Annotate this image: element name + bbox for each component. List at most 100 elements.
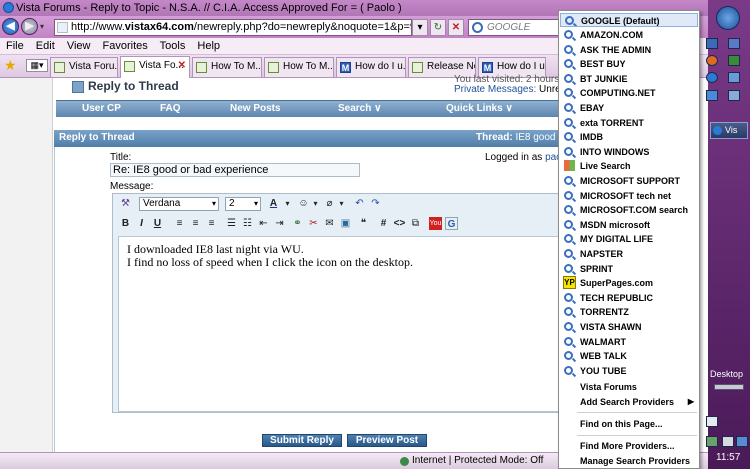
provider-my-digital-life[interactable]: MY DIGITAL LIFE [560, 232, 698, 246]
redo-icon[interactable]: ↷ [369, 197, 382, 210]
private-messages-link[interactable]: Private Messages: [454, 84, 536, 95]
taskbar-scrollbar[interactable] [714, 384, 744, 390]
provider-ebay[interactable]: EBAY [560, 101, 698, 115]
recent-pages-dropdown-icon[interactable]: ▾ [40, 22, 44, 31]
remove-link-icon[interactable]: ✂ [307, 217, 320, 230]
tab-1[interactable]: Vista Foru... [50, 57, 118, 77]
firefox-icon[interactable] [706, 55, 718, 66]
align-center-icon[interactable]: ≡ [189, 217, 202, 230]
preview-post-button[interactable]: Preview Post [347, 434, 427, 447]
undo-icon[interactable]: ↶ [353, 197, 366, 210]
provider-microsoft-technet[interactable]: MICROSOFT tech net [560, 189, 698, 203]
tab-3[interactable]: How To M... [192, 57, 262, 77]
clock[interactable]: 11:57 [716, 452, 740, 463]
tray-icon[interactable] [706, 416, 718, 427]
search-input[interactable]: GOOGLE [468, 19, 568, 36]
message-textarea[interactable]: I downloaded IE8 last night via WU. I fi… [118, 236, 560, 412]
align-left-icon[interactable]: ≡ [173, 217, 186, 230]
desktop-label[interactable]: Desktop [710, 369, 743, 379]
menu-file[interactable]: File [6, 40, 24, 52]
provider-napster[interactable]: NAPSTER [560, 247, 698, 261]
add-search-providers-item[interactable]: Add Search Providers ▶ [560, 395, 698, 409]
nav-new-posts[interactable]: New Posts [230, 103, 281, 114]
security-zone[interactable]: Internet | Protected Mode: Off [412, 455, 543, 466]
text-color-icon[interactable]: A [267, 197, 280, 210]
provider-microsoft-support[interactable]: MICROSOFT SUPPORT [560, 174, 698, 188]
menu-tools[interactable]: Tools [160, 40, 186, 52]
provider-torrentz[interactable]: TORRENTZ [560, 305, 698, 319]
tab-4[interactable]: How To M... [264, 57, 334, 77]
ie-icon[interactable] [706, 72, 718, 83]
php-icon[interactable]: ⧉ [409, 217, 422, 230]
insert-image-icon[interactable]: ▣ [339, 217, 352, 230]
chevron-down-icon[interactable]: ▾ [281, 197, 294, 210]
align-right-icon[interactable]: ≡ [205, 217, 218, 230]
provider-google[interactable]: GOOGLE (Default) [560, 13, 698, 27]
size-select[interactable]: 2 ▾ [225, 197, 261, 211]
outdent-icon[interactable]: ⇤ [257, 217, 270, 230]
provider-msdn[interactable]: MSDN microsoft [560, 218, 698, 232]
start-button[interactable] [716, 6, 740, 30]
tray-icon[interactable] [736, 436, 748, 447]
desktop-icon[interactable] [728, 72, 740, 83]
html-icon[interactable]: <> [393, 217, 406, 230]
switch-mode-icon[interactable]: ⚒ [119, 197, 132, 210]
desktop-icon[interactable] [706, 90, 718, 101]
google-icon[interactable]: G [445, 217, 458, 230]
tray-icon[interactable] [706, 436, 718, 447]
provider-ask-the-admin[interactable]: ASK THE ADMIN [560, 43, 698, 57]
tab-5[interactable]: M How do I u... [336, 57, 406, 77]
numbered-list-icon[interactable]: ☰ [225, 217, 238, 230]
provider-walmart[interactable]: WALMART [560, 335, 698, 349]
provider-best-buy[interactable]: BEST BUY [560, 57, 698, 71]
provider-web-talk[interactable]: WEB TALK [560, 349, 698, 363]
provider-sprint[interactable]: SPRINT [560, 262, 698, 276]
provider-into-windows[interactable]: INTO WINDOWS [560, 145, 698, 159]
thread-name[interactable]: IE8 good o [515, 132, 563, 143]
desktop-icon[interactable] [728, 55, 740, 66]
desktop-icon[interactable] [728, 90, 740, 101]
close-tab-icon[interactable]: ✕ [178, 57, 186, 75]
title-input[interactable]: Re: IE8 good or bad experience [110, 163, 360, 177]
provider-youtube[interactable]: YOU TUBE [560, 364, 698, 378]
stop-icon[interactable]: ✕ [448, 19, 464, 36]
menu-help[interactable]: Help [197, 40, 220, 52]
indent-icon[interactable]: ⇥ [273, 217, 286, 230]
provider-tech-republic[interactable]: TECH REPUBLIC [560, 291, 698, 305]
bulleted-list-icon[interactable]: ☷ [241, 217, 254, 230]
nav-user-cp[interactable]: User CP [82, 103, 121, 114]
favorites-star-icon[interactable]: ★ [4, 58, 18, 72]
provider-microsoft-com[interactable]: MICROSOFT.COM search [560, 203, 698, 217]
vista-forums-item[interactable]: Vista Forums [560, 380, 698, 394]
bold-icon[interactable]: B [119, 217, 132, 230]
tab-2[interactable]: Vista Fo... ✕ [120, 56, 190, 78]
manage-search-providers-item[interactable]: Manage Search Providers [560, 454, 698, 468]
refresh-icon[interactable]: ↻ [430, 19, 446, 36]
find-on-page-item[interactable]: Find on this Page... [560, 417, 698, 431]
menu-edit[interactable]: Edit [36, 40, 55, 52]
address-dropdown-icon[interactable]: ▾ [412, 19, 428, 36]
nav-search[interactable]: Search ∨ [338, 103, 381, 114]
provider-superpages[interactable]: YP SuperPages.com [560, 276, 698, 290]
menu-view[interactable]: View [67, 40, 91, 52]
forward-button[interactable]: ▶ [21, 18, 38, 35]
italic-icon[interactable]: I [135, 217, 148, 230]
quick-tabs-icon[interactable]: ▦▾ [26, 59, 48, 72]
code-icon[interactable]: # [377, 217, 390, 230]
back-button[interactable]: ◀ [2, 18, 19, 35]
chevron-down-icon[interactable]: ▾ [309, 197, 322, 210]
find-more-providers-item[interactable]: Find More Providers... [560, 439, 698, 453]
nav-faq[interactable]: FAQ [160, 103, 181, 114]
address-bar[interactable]: http://www.vistax64.com/newreply.php?do=… [54, 19, 412, 36]
provider-live-search[interactable]: Live Search [560, 159, 698, 173]
menu-favorites[interactable]: Favorites [103, 40, 148, 52]
chevron-down-icon[interactable]: ▾ [335, 197, 348, 210]
provider-vista-shawn[interactable]: VISTA SHAWN [560, 320, 698, 334]
provider-imdb[interactable]: IMDB [560, 130, 698, 144]
quote-icon[interactable]: ❝ [357, 217, 370, 230]
submit-reply-button[interactable]: Submit Reply [262, 434, 342, 447]
provider-computing-net[interactable]: COMPUTING.NET [560, 86, 698, 100]
desktop-icon[interactable] [728, 38, 740, 49]
youtube-icon[interactable]: You [429, 217, 442, 230]
desktop-icon[interactable] [706, 38, 718, 49]
